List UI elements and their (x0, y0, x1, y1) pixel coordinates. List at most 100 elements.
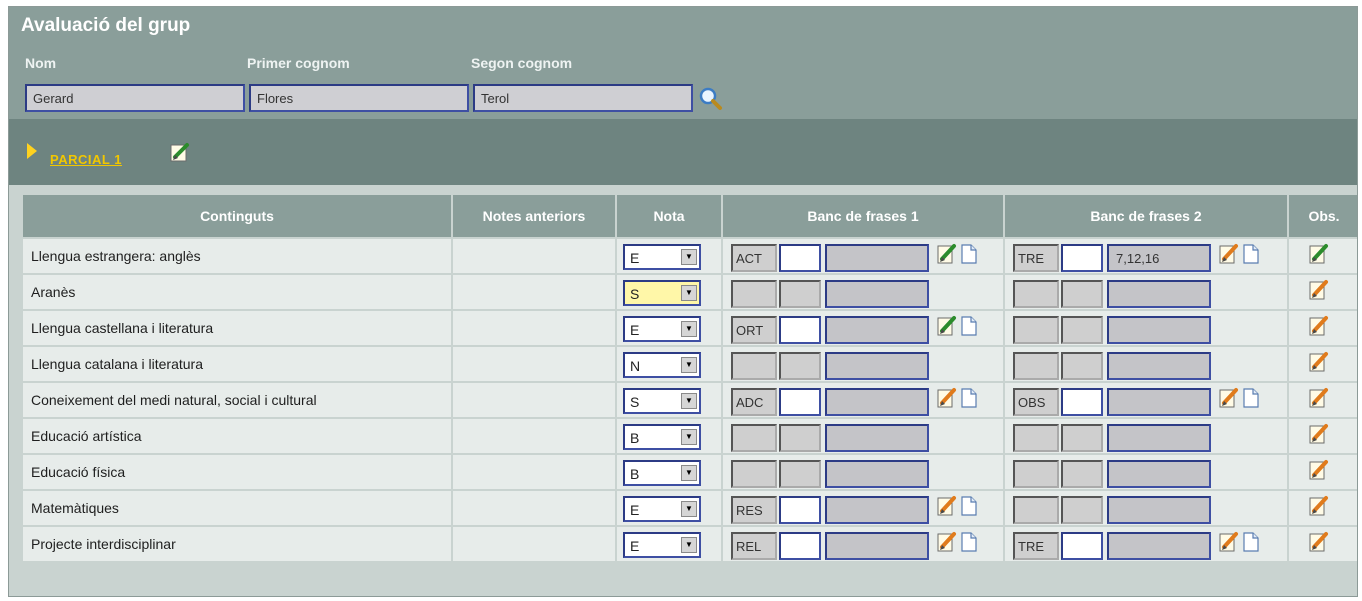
b1-phrases-field[interactable] (825, 388, 929, 416)
dropdown-arrow-icon[interactable]: ▼ (681, 321, 697, 337)
dropdown-arrow-icon[interactable]: ▼ (681, 357, 697, 373)
b2-phrases-field[interactable] (1107, 280, 1211, 308)
document-icon[interactable] (961, 244, 977, 264)
b1-number-field[interactable] (779, 280, 821, 308)
grade-select[interactable]: E ▼ (623, 496, 701, 522)
b2-number-field[interactable] (1061, 424, 1103, 452)
b1-number-field[interactable] (779, 460, 821, 488)
grade-select[interactable]: E ▼ (623, 532, 701, 558)
dropdown-arrow-icon[interactable]: ▼ (681, 501, 697, 517)
b2-code-field[interactable] (1013, 496, 1059, 524)
document-icon[interactable] (961, 496, 977, 516)
b1-code-field[interactable]: ORT (731, 316, 777, 344)
grade-select[interactable]: B ▼ (623, 460, 701, 486)
b1-code-field[interactable]: REL (731, 532, 777, 560)
b2-phrases-field[interactable]: 7,12,16 (1107, 244, 1211, 272)
b2-number-field[interactable] (1061, 388, 1103, 416)
b2-code-field[interactable] (1013, 460, 1059, 488)
grade-select[interactable]: E ▼ (623, 244, 701, 270)
edit-orange-icon[interactable] (1309, 531, 1329, 553)
b1-code-field[interactable] (731, 460, 777, 488)
document-icon[interactable] (1243, 388, 1259, 408)
b2-number-field[interactable] (1061, 316, 1103, 344)
edit-orange-icon[interactable] (937, 495, 957, 517)
b2-number-field[interactable] (1061, 244, 1103, 272)
b1-number-field[interactable] (779, 352, 821, 380)
dropdown-arrow-icon[interactable]: ▼ (681, 393, 697, 409)
document-icon[interactable] (961, 388, 977, 408)
b1-number-field[interactable] (779, 388, 821, 416)
document-icon[interactable] (1243, 532, 1259, 552)
b1-code-field[interactable] (731, 424, 777, 452)
b2-number-field[interactable] (1061, 532, 1103, 560)
b2-phrases-field[interactable] (1107, 352, 1211, 380)
b1-phrases-field[interactable] (825, 496, 929, 524)
second-surname-input[interactable] (473, 84, 693, 112)
dropdown-arrow-icon[interactable]: ▼ (681, 429, 697, 445)
dropdown-arrow-icon[interactable]: ▼ (681, 537, 697, 553)
b2-number-field[interactable] (1061, 280, 1103, 308)
edit-orange-icon[interactable] (1309, 315, 1329, 337)
edit-orange-icon[interactable] (1219, 531, 1239, 553)
edit-orange-icon[interactable] (1219, 387, 1239, 409)
b1-number-field[interactable] (779, 532, 821, 560)
b1-number-field[interactable] (779, 496, 821, 524)
b2-phrases-field[interactable] (1107, 532, 1211, 560)
edit-green-icon[interactable] (937, 243, 957, 265)
b1-number-field[interactable] (779, 316, 821, 344)
b1-phrases-field[interactable] (825, 316, 929, 344)
grade-select[interactable]: S ▼ (623, 388, 701, 414)
edit-orange-icon[interactable] (1309, 423, 1329, 445)
b2-code-field[interactable]: TRE (1013, 532, 1059, 560)
b2-code-field[interactable] (1013, 424, 1059, 452)
edit-orange-icon[interactable] (1219, 243, 1239, 265)
b1-phrases-field[interactable] (825, 244, 929, 272)
dropdown-arrow-icon[interactable]: ▼ (681, 249, 697, 265)
b2-code-field[interactable]: OBS (1013, 388, 1059, 416)
b2-phrases-field[interactable] (1107, 496, 1211, 524)
b1-phrases-field[interactable] (825, 280, 929, 308)
edit-orange-icon[interactable] (1309, 495, 1329, 517)
b2-code-field[interactable] (1013, 280, 1059, 308)
b1-number-field[interactable] (779, 244, 821, 272)
edit-green-icon[interactable] (169, 141, 191, 163)
grade-select[interactable]: N ▼ (623, 352, 701, 378)
edit-orange-icon[interactable] (1309, 351, 1329, 373)
edit-green-icon[interactable] (937, 315, 957, 337)
b1-code-field[interactable]: ACT (731, 244, 777, 272)
b2-phrases-field[interactable] (1107, 388, 1211, 416)
edit-orange-icon[interactable] (937, 531, 957, 553)
b2-code-field[interactable] (1013, 316, 1059, 344)
dropdown-arrow-icon[interactable]: ▼ (681, 465, 697, 481)
b2-number-field[interactable] (1061, 352, 1103, 380)
b1-number-field[interactable] (779, 424, 821, 452)
b1-code-field[interactable] (731, 352, 777, 380)
b1-phrases-field[interactable] (825, 352, 929, 380)
search-icon[interactable] (697, 85, 723, 111)
grade-select[interactable]: S ▼ (623, 280, 701, 306)
b2-phrases-field[interactable] (1107, 460, 1211, 488)
b1-phrases-field[interactable] (825, 532, 929, 560)
b2-phrases-field[interactable] (1107, 424, 1211, 452)
b2-phrases-field[interactable] (1107, 316, 1211, 344)
edit-orange-icon[interactable] (1309, 387, 1329, 409)
b2-code-field[interactable] (1013, 352, 1059, 380)
b1-code-field[interactable] (731, 280, 777, 308)
first-surname-input[interactable] (249, 84, 469, 112)
b1-code-field[interactable]: ADC (731, 388, 777, 416)
b1-code-field[interactable]: RES (731, 496, 777, 524)
parcial-link[interactable]: PARCIAL 1 (50, 152, 122, 167)
expand-triangle-icon[interactable] (27, 143, 37, 159)
document-icon[interactable] (1243, 244, 1259, 264)
b2-number-field[interactable] (1061, 496, 1103, 524)
edit-orange-icon[interactable] (1309, 459, 1329, 481)
document-icon[interactable] (961, 532, 977, 552)
edit-orange-icon[interactable] (1309, 279, 1329, 301)
grade-select[interactable]: E ▼ (623, 316, 701, 342)
b2-code-field[interactable]: TRE (1013, 244, 1059, 272)
first-name-input[interactable] (25, 84, 245, 112)
edit-orange-icon[interactable] (937, 387, 957, 409)
document-icon[interactable] (961, 316, 977, 336)
edit-green-icon[interactable] (1309, 243, 1329, 265)
b2-number-field[interactable] (1061, 460, 1103, 488)
